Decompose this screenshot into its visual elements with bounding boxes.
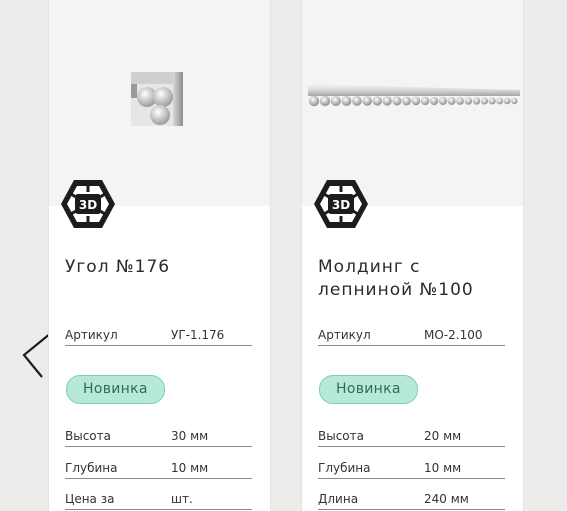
spec-label: Цена за (65, 492, 115, 506)
spec-row-depth: Глубина 10 мм (318, 458, 505, 479)
molding-bead (420, 96, 430, 106)
molding-bead (456, 97, 464, 105)
spec-row-length: Длина 240 мм (318, 489, 505, 510)
spec-value: шт. (171, 492, 193, 506)
molding-bead (447, 97, 456, 105)
molding-bead (382, 96, 392, 106)
3d-model-icon[interactable]: 3D (312, 178, 370, 230)
article-row: Артикул УГ-1.176 (65, 325, 252, 346)
molding-bead (472, 97, 481, 105)
molding-bead (430, 96, 439, 106)
molding-bead (372, 96, 382, 106)
product-title[interactable]: Угол №176 (65, 256, 265, 279)
molding-bead (511, 97, 518, 105)
molding-bead (464, 97, 473, 105)
3d-model-icon[interactable]: 3D (59, 178, 117, 230)
spec-row-price-unit: Цена за шт. (65, 489, 252, 510)
molding-bead (496, 97, 504, 105)
corner-molding-image (131, 72, 183, 126)
new-badge: Новинка (66, 375, 165, 404)
product-image[interactable] (302, 0, 523, 206)
article-label: Артикул (65, 328, 118, 342)
product-card[interactable]: 3D Молдинг с лепниной №100 Артикул МО-2.… (301, 0, 524, 511)
molding-bead (488, 97, 496, 105)
spec-row-height: Высота 20 мм (318, 426, 505, 447)
molding-bead (503, 97, 511, 105)
molding-bead (362, 96, 372, 106)
spec-value: 240 мм (424, 492, 469, 506)
molding-bead (411, 96, 421, 106)
product-image[interactable] (49, 0, 270, 206)
spec-row-height: Высота 30 мм (65, 426, 252, 447)
spec-row-depth: Глубина 10 мм (65, 458, 252, 479)
molding-bead (319, 95, 331, 107)
molding-image (308, 84, 520, 107)
spec-label: Глубина (318, 461, 371, 475)
molding-bead (438, 96, 447, 106)
molding-bead (480, 97, 489, 105)
svg-text:3D: 3D (79, 198, 97, 212)
spec-label: Высота (65, 429, 111, 443)
spec-label: Глубина (65, 461, 118, 475)
spec-value: 10 мм (424, 461, 462, 475)
molding-bead (392, 96, 402, 106)
article-row: Артикул МО-2.100 (318, 325, 505, 346)
article-value: УГ-1.176 (171, 328, 225, 342)
product-title[interactable]: Молдинг с лепниной №100 (318, 256, 518, 302)
molding-bead (308, 95, 320, 107)
new-badge: Новинка (319, 375, 418, 404)
molding-bead (352, 96, 362, 106)
spec-label: Высота (318, 429, 364, 443)
svg-text:3D: 3D (332, 198, 350, 212)
article-label: Артикул (318, 328, 371, 342)
spec-value: 10 мм (171, 461, 209, 475)
article-value: МО-2.100 (424, 328, 483, 342)
product-card[interactable]: 3D Угол №176 Артикул УГ-1.176 Новинка Вы… (48, 0, 271, 511)
spec-label: Длина (318, 492, 359, 506)
molding-bead (341, 96, 352, 106)
spec-value: 30 мм (171, 429, 209, 443)
molding-bead (402, 96, 411, 106)
spec-value: 20 мм (424, 429, 462, 443)
molding-bead (330, 95, 341, 107)
